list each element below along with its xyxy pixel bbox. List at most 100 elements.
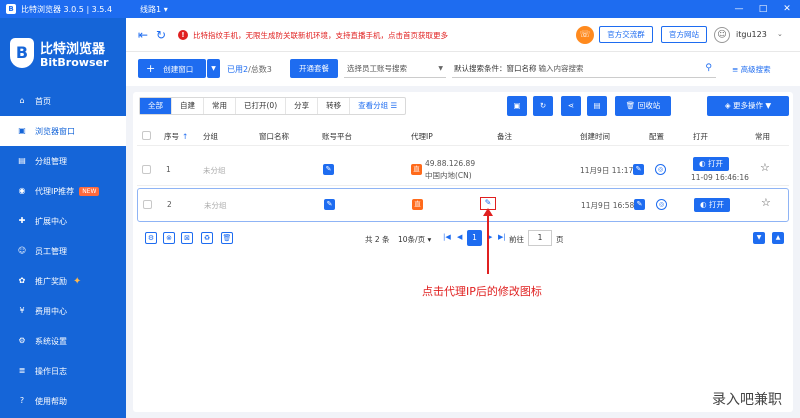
table-row[interactable]: 1 未分组 ✎ 直 49.88.126.89 中国内地(CN) 11月9日 11… (137, 152, 789, 186)
star-icon[interactable]: ☆ (760, 161, 770, 174)
create-window-button[interactable]: + 创建窗口 (138, 59, 206, 78)
select-all-checkbox[interactable] (142, 131, 151, 140)
layout-toggle-icon[interactable]: ▤ (587, 96, 607, 116)
tab-shared[interactable]: 分享 (286, 98, 319, 114)
proxy-type-chip: 直 (411, 164, 422, 175)
batch-settings-icon[interactable]: ⚙ (145, 232, 157, 244)
official-site-button[interactable]: 官方网站 (661, 26, 707, 43)
sidebar-item-proxy[interactable]: ◉ 代理IP推荐 NEW (0, 176, 126, 206)
create-dropdown-button[interactable]: ▼ (207, 59, 220, 78)
row-group: 未分组 (204, 201, 227, 210)
batch-export-icon[interactable]: ⊠ (181, 232, 193, 244)
tab-common[interactable]: 常用 (204, 98, 236, 114)
more-actions-button[interactable]: ◈ 更多操作 ▼ (707, 96, 789, 116)
page-size-select[interactable]: 10条/页 ▾ (398, 234, 431, 245)
tab-opened[interactable]: 已打开(0) (236, 98, 287, 114)
tab-all[interactable]: 全部 (140, 98, 172, 114)
route-select[interactable]: 线路1 ▾ (140, 4, 168, 15)
window-list-card: 全部 自建 常用 已打开(0) 分享 转移 查看分组 ☰ ▣ ↻ ⋖ ▤ 🗑 回… (133, 92, 793, 412)
sidebar-item-label: 员工管理 (35, 246, 67, 256)
notice-banner[interactable]: ! 比特指纹手机，无限生成防关联新机环境，支持直播手机，点击首页获取更多 (178, 28, 448, 42)
count-total: /总数3 (248, 65, 272, 74)
refresh-list-icon[interactable]: ↻ (533, 96, 553, 116)
row-seq: 1 (166, 165, 171, 174)
edit-window-icon[interactable]: ✎ (633, 164, 644, 175)
refresh-icon[interactable]: ↻ (154, 28, 168, 42)
chevron-down-icon[interactable]: ⌄ (777, 30, 783, 38)
username[interactable]: itgu123 (736, 30, 767, 39)
proxy-region: 中国内地(CN) (425, 171, 472, 180)
collapse-menu-icon[interactable]: ⇤ (136, 28, 150, 42)
create-window-label: 创建窗口 (163, 65, 194, 74)
help-icon: ? (19, 396, 25, 405)
save-icon[interactable]: ▣ (507, 96, 527, 116)
gift-icon: ✿ (18, 276, 26, 285)
sidebar-item-logs[interactable]: ≣ 操作日志 (0, 356, 126, 386)
brand: B 比特浏览器 BitBrowser (10, 36, 120, 76)
platform-edit-icon[interactable]: ✎ (324, 199, 335, 210)
more-actions-label: 更多操作 (733, 101, 763, 110)
search-icon[interactable]: ⚲ (705, 59, 712, 78)
collapse-up-icon[interactable]: ▲ (772, 232, 784, 244)
platform-edit-icon[interactable]: ✎ (323, 164, 334, 175)
star-icon[interactable]: ☆ (761, 196, 771, 209)
staff-select-placeholder: 选择员工账号搜索 (347, 64, 407, 73)
avatar[interactable]: ☺ (714, 27, 730, 43)
sidebar-item-help[interactable]: ? 使用帮助 (0, 386, 126, 416)
open-button[interactable]: ◐ 打开 (693, 157, 729, 171)
first-page-icon[interactable]: |◀ (443, 233, 451, 241)
edit-window-icon[interactable]: ✎ (634, 199, 645, 210)
batch-delete-icon[interactable]: 🗑 (221, 232, 233, 244)
sparkle-icon: ✦ (73, 275, 82, 287)
fingerprint-icon[interactable]: ◎ (656, 199, 667, 210)
total-count: 共 2 条 (365, 235, 390, 244)
row-checkbox[interactable] (142, 165, 151, 174)
page-current[interactable]: 1 (467, 230, 482, 246)
app-logo-icon: B (6, 4, 16, 14)
tab-self-built[interactable]: 自建 (172, 98, 204, 114)
brand-logo-icon: B (10, 38, 34, 68)
maximize-icon[interactable]: □ (752, 0, 774, 18)
layers-icon: ◈ (724, 101, 733, 110)
location-icon: ◉ (18, 186, 26, 195)
sidebar-item-settings[interactable]: ⚙ 系统设置 (0, 326, 126, 356)
sidebar-item-billing[interactable]: ¥ 费用中心 (0, 296, 126, 326)
last-open-time: 11-09 16:46:16 (691, 173, 749, 182)
sidebar-item-browser-windows[interactable]: ▣ 浏览器窗口 (0, 116, 126, 146)
batch-close-icon[interactable]: ⊗ (163, 232, 175, 244)
row-checkbox[interactable] (143, 200, 152, 209)
sidebar-item-extensions[interactable]: ✚ 扩展中心 (0, 206, 126, 236)
sidebar-item-home[interactable]: ⌂ 首页 (0, 86, 126, 116)
official-group-button[interactable]: 官方交流群 (599, 26, 653, 43)
sidebar-item-groups[interactable]: ▤ 分组管理 (0, 146, 126, 176)
sort-arrow-icon: ↑ (182, 132, 189, 141)
col-seq[interactable]: 序号 ↑ (164, 131, 188, 142)
close-icon[interactable]: ✕ (776, 0, 798, 18)
batch-delete-group-icon[interactable]: ♻ (201, 232, 213, 244)
sidebar-item-staff[interactable]: ☺ 员工管理 (0, 236, 126, 266)
gear-icon: ⚙ (18, 336, 26, 345)
share-icon[interactable]: ⋖ (561, 96, 581, 116)
proxy-type-chip: 直 (412, 199, 423, 210)
open-suite-button[interactable]: 开通套餐 (290, 59, 338, 78)
recycle-bin-button[interactable]: 🗑 回收站 (615, 96, 671, 116)
goto-page-input[interactable]: 1 (528, 230, 552, 246)
table-row[interactable]: 2 未分组 ✎ 直 ✎ 11月9日 16:58 ✎ ◎ ◐ 打开 ☆ (137, 188, 789, 222)
folder-icon: ▤ (18, 156, 26, 165)
minimize-icon[interactable]: — (728, 0, 750, 18)
staff-select[interactable]: 选择员工账号搜索 ▼ (344, 59, 446, 78)
search-input[interactable]: 默认搜索条件：窗口名称 输入内容搜索 ⚲ (452, 59, 716, 78)
annotation-text: 点击代理IP后的修改图标 (422, 285, 542, 298)
customer-service-icon[interactable]: ☏ (576, 26, 594, 44)
advanced-search-link[interactable]: ≡ 高级搜索 (732, 64, 771, 75)
prev-page-icon[interactable]: ◀ (457, 233, 462, 241)
tab-view-groups[interactable]: 查看分组 ☰ (350, 98, 405, 114)
brand-name-en: BitBrowser (40, 56, 109, 69)
tab-transfer[interactable]: 转移 (318, 98, 351, 114)
last-page-icon[interactable]: ▶| (498, 233, 506, 241)
expand-down-icon[interactable]: ▼ (753, 232, 765, 244)
fingerprint-icon[interactable]: ◎ (655, 164, 666, 175)
open-button[interactable]: ◐ 打开 (694, 198, 730, 212)
open-icon: ◐ (699, 159, 708, 168)
sidebar-item-rewards[interactable]: ✿ 推广奖励 ✦ (0, 266, 126, 296)
